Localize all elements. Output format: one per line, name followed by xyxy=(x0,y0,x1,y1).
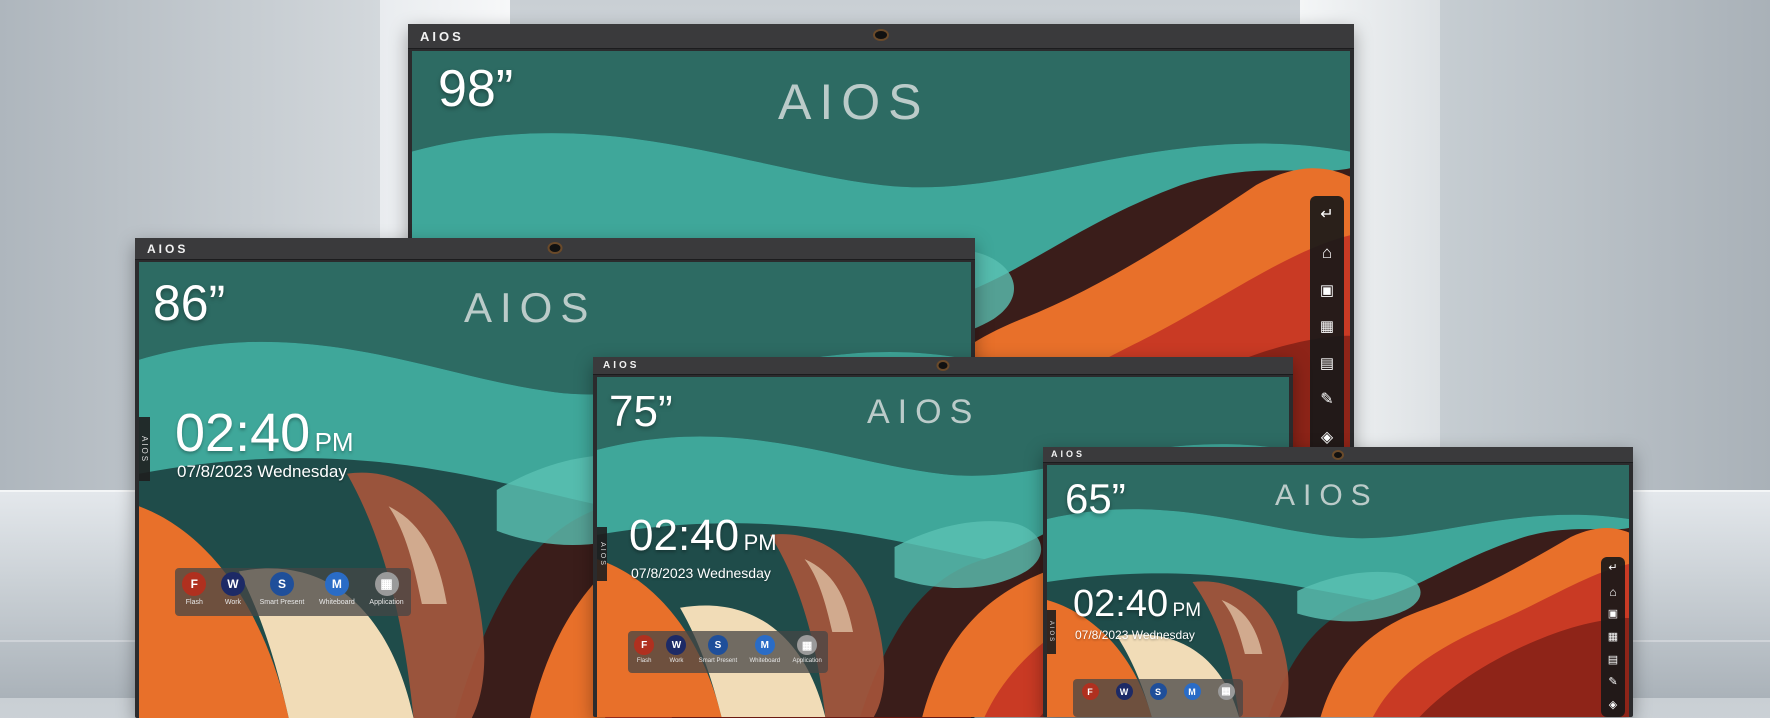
size-label: 98” xyxy=(438,60,514,118)
dock-item-flash[interactable]: F Flash xyxy=(634,635,655,664)
bezel-logo: AIOS xyxy=(1051,449,1086,459)
return-icon[interactable]: ↵ xyxy=(1608,562,1617,574)
clock: 02:40 PM xyxy=(1073,583,1201,626)
annotate-icon[interactable]: ✎ xyxy=(1320,392,1333,408)
clock-date: 07/8/2023 Wednesday xyxy=(1075,628,1195,642)
signage-icon[interactable]: ▤ xyxy=(1320,356,1334,371)
work-icon: W xyxy=(666,635,687,655)
signage-icon[interactable]: ▤ xyxy=(1608,654,1618,666)
flash-icon: F xyxy=(1081,683,1099,700)
clock-time: 02:40 xyxy=(175,403,311,463)
work-icon: W xyxy=(220,572,245,596)
layers-icon[interactable]: ◈ xyxy=(1321,429,1333,446)
dock-item-whiteboard[interactable]: M Whiteboard xyxy=(319,572,355,606)
dock-item-work[interactable]: W Work xyxy=(220,572,245,606)
application-icon: ▦ xyxy=(374,572,399,596)
side-tab[interactable]: AIOS xyxy=(1047,610,1056,654)
camera-icon xyxy=(936,360,950,371)
smart-present-icon: S xyxy=(707,635,728,655)
dock-item-whiteboard[interactable]: M xyxy=(1183,683,1201,700)
dock-item-application[interactable]: ▦ xyxy=(1217,683,1235,700)
size-label: 86” xyxy=(153,275,226,331)
dock-item-smart-present[interactable]: S Smart Present xyxy=(699,635,737,664)
whiteboard-icon: M xyxy=(1183,683,1201,700)
top-bezel: AIOS xyxy=(1043,447,1633,463)
clock-date: 07/8/2023 Wednesday xyxy=(177,462,347,481)
brand-logo: AIOS xyxy=(1275,479,1379,512)
clock: 02:40 PM xyxy=(629,511,777,561)
dock-item-application[interactable]: ▦ Application xyxy=(792,635,822,664)
dock-item-application[interactable]: ▦ Application xyxy=(369,572,404,606)
size-label: 75” xyxy=(609,387,673,436)
clock: 02:40 PM xyxy=(175,402,354,464)
app-dock: F Flash W Work S Smart Present M Whitebo… xyxy=(628,631,828,673)
clock-ampm: PM xyxy=(743,530,777,555)
annotate-icon[interactable]: ✎ xyxy=(1608,677,1617,688)
display-icon[interactable]: ▣ xyxy=(1608,609,1618,620)
top-bezel: AIOS xyxy=(593,357,1293,375)
top-bezel: AIOS xyxy=(408,24,1354,49)
dock-item-whiteboard[interactable]: M Whiteboard xyxy=(749,635,780,664)
whiteboard-icon: M xyxy=(754,635,775,655)
side-tab[interactable]: AIOS xyxy=(139,417,150,481)
clock-ampm: PM xyxy=(1172,600,1202,621)
dock-item-flash[interactable]: F xyxy=(1081,683,1099,700)
layers-icon[interactable]: ◈ xyxy=(1609,700,1617,711)
clock-time: 02:40 xyxy=(1073,583,1169,625)
dock-item-work[interactable]: W xyxy=(1115,683,1133,700)
home-icon[interactable]: ⌂ xyxy=(1322,244,1332,261)
screen: 65” AIOS AIOS 02:40 PM 07/8/2023 Wednesd… xyxy=(1047,465,1629,717)
display-icon[interactable]: ▣ xyxy=(1320,283,1334,298)
apps-add-icon[interactable]: ▦ xyxy=(1320,319,1334,334)
display-65: AIOS 65” AIOS AIOS 02:40 PM 07/8/2023 We… xyxy=(1043,447,1633,717)
smart-present-icon: S xyxy=(269,572,294,596)
apps-add-icon[interactable]: ▦ xyxy=(1608,631,1618,643)
bezel-logo: AIOS xyxy=(603,360,640,371)
flash-icon: F xyxy=(182,572,207,596)
home-icon[interactable]: ⌂ xyxy=(1609,586,1616,598)
sidebar-toolbar: ↵ ⌂ ▣ ▦ ▤ ✎ ◈ xyxy=(1601,557,1625,717)
brand-logo: AIOS xyxy=(778,74,930,130)
application-icon: ▦ xyxy=(797,635,818,655)
top-bezel: AIOS xyxy=(135,238,975,260)
return-icon[interactable]: ↵ xyxy=(1320,206,1333,223)
clock-date: 07/8/2023 Wednesday xyxy=(631,565,771,581)
app-dock: F W S M ▦ xyxy=(1073,679,1243,717)
brand-logo: AIOS xyxy=(867,393,981,431)
app-dock: F Flash W Work S Smart Present M Whitebo… xyxy=(175,568,411,616)
bezel-logo: AIOS xyxy=(147,242,189,256)
camera-icon xyxy=(873,29,889,41)
dock-item-smart-present[interactable]: S xyxy=(1149,683,1167,700)
size-label: 65” xyxy=(1065,475,1126,522)
bezel-logo: AIOS xyxy=(420,29,464,44)
flash-icon: F xyxy=(634,635,655,655)
work-icon: W xyxy=(1115,683,1133,700)
camera-icon xyxy=(1332,450,1344,460)
clock-ampm: PM xyxy=(314,427,354,457)
camera-icon xyxy=(547,242,563,254)
clock-time: 02:40 xyxy=(629,511,740,560)
brand-logo: AIOS xyxy=(464,284,597,331)
whiteboard-icon: M xyxy=(324,572,349,596)
dock-item-smart-present[interactable]: S Smart Present xyxy=(260,572,304,606)
smart-present-icon: S xyxy=(1149,683,1167,700)
side-tab[interactable]: AIOS xyxy=(597,527,607,581)
dock-item-flash[interactable]: F Flash xyxy=(182,572,207,606)
dock-item-work[interactable]: W Work xyxy=(666,635,687,664)
application-icon: ▦ xyxy=(1217,683,1235,700)
